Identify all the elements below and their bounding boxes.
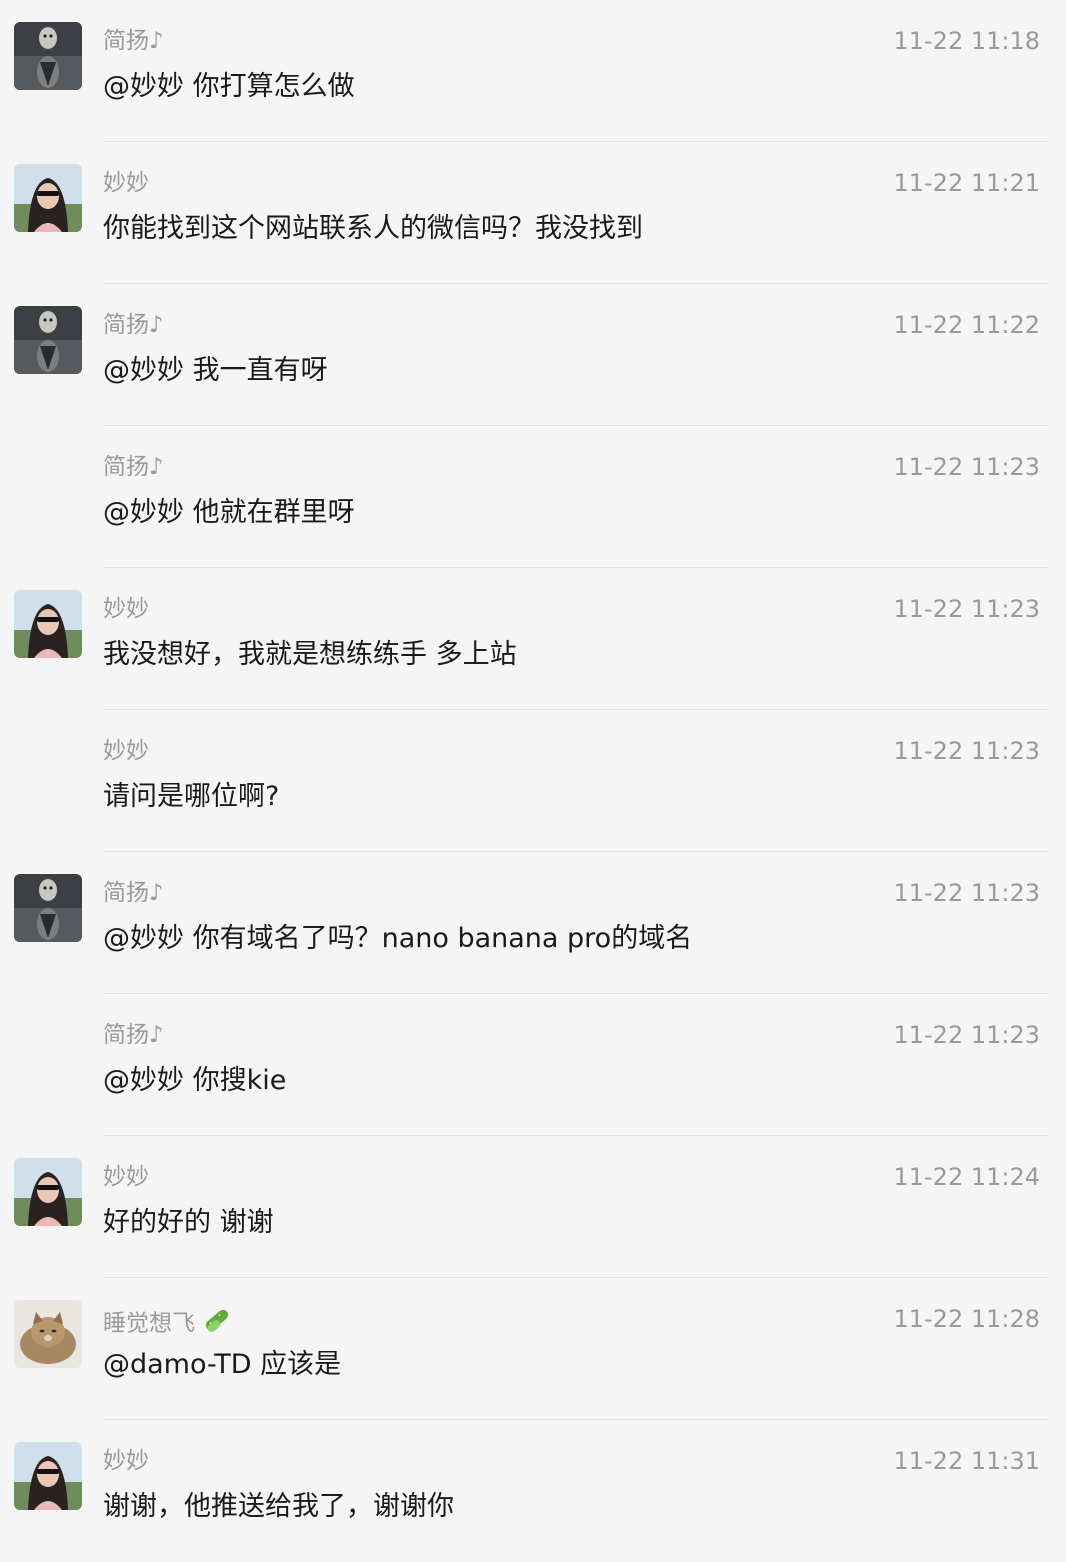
message-item: 妙妙 11-22 11:31 谢谢，他推送给我了，谢谢你 [0, 1420, 1066, 1562]
sender-name: 简扬♪ [103, 1022, 164, 1048]
chat-message-list: 简扬♪ 11-22 11:18 @妙妙 你打算怎么做 妙妙 11-22 11:2… [0, 0, 1066, 1542]
sender-name-text: 睡觉想飞 [103, 1310, 195, 1337]
message-item: 简扬♪ 11-22 11:23 @妙妙 你搜kie [0, 994, 1066, 1136]
woman-avatar-image [14, 590, 82, 658]
message-item: 妙妙 11-22 11:21 你能找到这个网站联系人的微信吗？我没找到 [0, 142, 1066, 284]
cat-avatar-image [14, 1300, 82, 1368]
tiger-avatar[interactable] [14, 306, 82, 374]
sender-name: 简扬♪ [103, 880, 164, 906]
message-time: 11-22 11:22 [893, 311, 1040, 339]
sender-name: 妙妙 [103, 170, 149, 196]
tiger-avatar-image [14, 874, 82, 942]
woman-avatar[interactable] [14, 164, 82, 232]
message-item: 妙妙 11-22 11:23 我没想好，我就是想练练手 多上站 [0, 568, 1066, 710]
message-item: 简扬♪ 11-22 11:23 @妙妙 他就在群里呀 [0, 426, 1066, 568]
message-item: 妙妙 11-22 11:24 好的好的 谢谢 [0, 1136, 1066, 1278]
message-text[interactable]: 好的好的 谢谢 [103, 1204, 274, 1242]
sender-name: 妙妙 [103, 1164, 149, 1190]
woman-avatar[interactable] [14, 590, 82, 658]
message-text[interactable]: 你能找到这个网站联系人的微信吗？我没找到 [103, 210, 643, 248]
message-time: 11-22 11:23 [893, 737, 1040, 765]
tiger-avatar[interactable] [14, 22, 82, 90]
message-item: 简扬♪ 11-22 11:22 @妙妙 我一直有呀 [0, 284, 1066, 426]
message-time: 11-22 11:31 [893, 1447, 1040, 1475]
message-time: 11-22 11:23 [893, 595, 1040, 623]
message-time: 11-22 11:24 [893, 1163, 1040, 1191]
woman-avatar[interactable] [14, 1442, 82, 1510]
message-time: 11-22 11:23 [893, 453, 1040, 481]
sender-name: 妙妙 [103, 596, 149, 622]
message-item: 睡觉想飞 11-22 11:28 @damo-TD 应该是 [0, 1278, 1066, 1420]
message-text[interactable]: @妙妙 我一直有呀 [103, 352, 328, 390]
cucumber-icon [201, 1304, 233, 1344]
sender-name: 简扬♪ [103, 312, 164, 338]
tiger-avatar[interactable] [14, 874, 82, 942]
message-time: 11-22 11:18 [893, 27, 1040, 55]
tiger-avatar-image [14, 22, 82, 90]
message-text[interactable]: @妙妙 你打算怎么做 [103, 68, 355, 106]
message-item: 妙妙 11-22 11:23 请问是哪位啊? [0, 710, 1066, 852]
message-time: 11-22 11:23 [893, 1021, 1040, 1049]
sender-name: 睡觉想飞 [103, 1304, 233, 1344]
message-text[interactable]: @妙妙 你搜kie [103, 1062, 286, 1100]
message-text[interactable]: @妙妙 他就在群里呀 [103, 494, 355, 532]
message-item: 简扬♪ 11-22 11:23 @妙妙 你有域名了吗？nano banana p… [0, 852, 1066, 994]
sender-name: 简扬♪ [103, 454, 164, 480]
woman-avatar-image [14, 1158, 82, 1226]
sender-name: 妙妙 [103, 738, 149, 764]
message-text[interactable]: @damo-TD 应该是 [103, 1346, 341, 1384]
woman-avatar-image [14, 1442, 82, 1510]
tiger-avatar-image [14, 306, 82, 374]
message-text[interactable]: 我没想好，我就是想练练手 多上站 [103, 636, 517, 674]
sender-name: 妙妙 [103, 1448, 149, 1474]
message-time: 11-22 11:28 [893, 1305, 1040, 1333]
message-text[interactable]: 谢谢，他推送给我了，谢谢你 [103, 1488, 454, 1526]
message-item: 简扬♪ 11-22 11:18 @妙妙 你打算怎么做 [0, 0, 1066, 142]
message-text[interactable]: @妙妙 你有域名了吗？nano banana pro的域名 [103, 920, 692, 958]
message-time: 11-22 11:21 [893, 169, 1040, 197]
sender-name: 简扬♪ [103, 28, 164, 54]
message-time: 11-22 11:23 [893, 879, 1040, 907]
woman-avatar[interactable] [14, 1158, 82, 1226]
cat-avatar[interactable] [14, 1300, 82, 1368]
message-text[interactable]: 请问是哪位啊? [103, 778, 279, 816]
woman-avatar-image [14, 164, 82, 232]
